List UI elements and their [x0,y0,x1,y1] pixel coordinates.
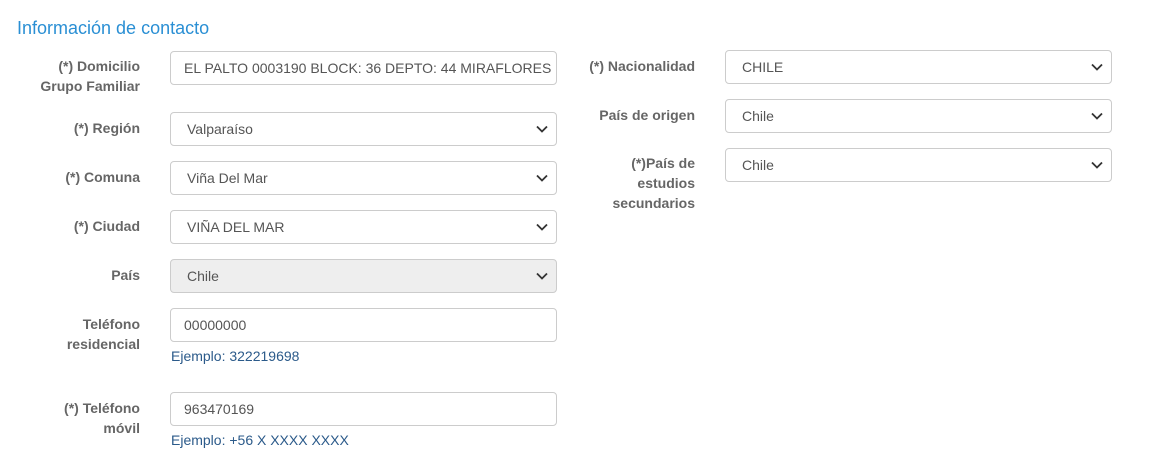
region-label: (*) Región [73,120,140,136]
domicilio-input-value: EL PALTO 0003190 BLOCK: 36 DEPTO: 44 MIR… [184,60,552,76]
telefono-movil-value: 963470169 [184,401,255,417]
section-title: Información de contacto [17,18,210,38]
pais-select-value: Chile [187,268,219,284]
telefono-residencial-label-line2: residencial [66,336,140,352]
ciudad-select-value: VIÑA DEL MAR [187,219,285,235]
telefono-movil-hint: Ejemplo: +56 X XXXX XXXX [171,432,349,448]
nacionalidad-label: (*) Nacionalidad [589,58,695,74]
domicilio-label-line2: Grupo Familiar [40,78,140,94]
chevron-down-icon [1091,161,1103,169]
telefono-residencial-label: Teléfono residencial [0,314,140,354]
pais-estudios-label-line2: estudios [637,175,695,191]
domicilio-label-line1: (*) Domicilio [58,58,140,74]
domicilio-input[interactable]: EL PALTO 0003190 BLOCK: 36 DEPTO: 44 MIR… [170,51,557,85]
comuna-label: (*) Comuna [65,169,140,185]
pais-origen-select[interactable]: Chile [725,99,1112,133]
telefono-movil-label-line1: (*) Teléfono [64,400,140,416]
pais-origen-label: País de origen [599,107,695,123]
telefono-residencial-label-line1: Teléfono [82,316,140,332]
telefono-movil-label-line2: móvil [103,420,140,436]
comuna-select[interactable]: Viña Del Mar [170,161,557,195]
pais-label: País [111,267,140,283]
nacionalidad-select-value: CHILE [742,59,784,75]
region-select[interactable]: Valparaíso [170,112,557,146]
chevron-down-icon [536,272,548,280]
comuna-select-value: Viña Del Mar [187,170,268,186]
telefono-movil-input[interactable]: 963470169 [170,392,557,426]
pais-origen-select-value: Chile [742,108,774,124]
pais-estudios-label-line1: (*)País de [631,155,695,171]
pais-estudios-label: (*)País de estudios secundarios [535,153,695,213]
chevron-down-icon [536,223,548,231]
telefono-residencial-hint: Ejemplo: 322219698 [171,348,300,364]
telefono-residencial-value: 00000000 [184,317,247,333]
nacionalidad-select[interactable]: CHILE [725,50,1112,84]
region-select-value: Valparaíso [187,121,253,137]
ciudad-select[interactable]: VIÑA DEL MAR [170,210,557,244]
pais-estudios-select[interactable]: Chile [725,148,1112,182]
pais-select: Chile [170,259,557,293]
pais-estudios-label-line3: secundarios [612,195,695,211]
chevron-down-icon [536,125,548,133]
telefono-movil-label: (*) Teléfono móvil [0,398,140,438]
domicilio-label: (*) Domicilio Grupo Familiar [0,56,140,96]
chevron-down-icon [1091,112,1103,120]
telefono-residencial-input[interactable]: 00000000 [170,308,557,342]
chevron-down-icon [1091,63,1103,71]
pais-estudios-select-value: Chile [742,157,774,173]
ciudad-label: (*) Ciudad [73,218,140,234]
